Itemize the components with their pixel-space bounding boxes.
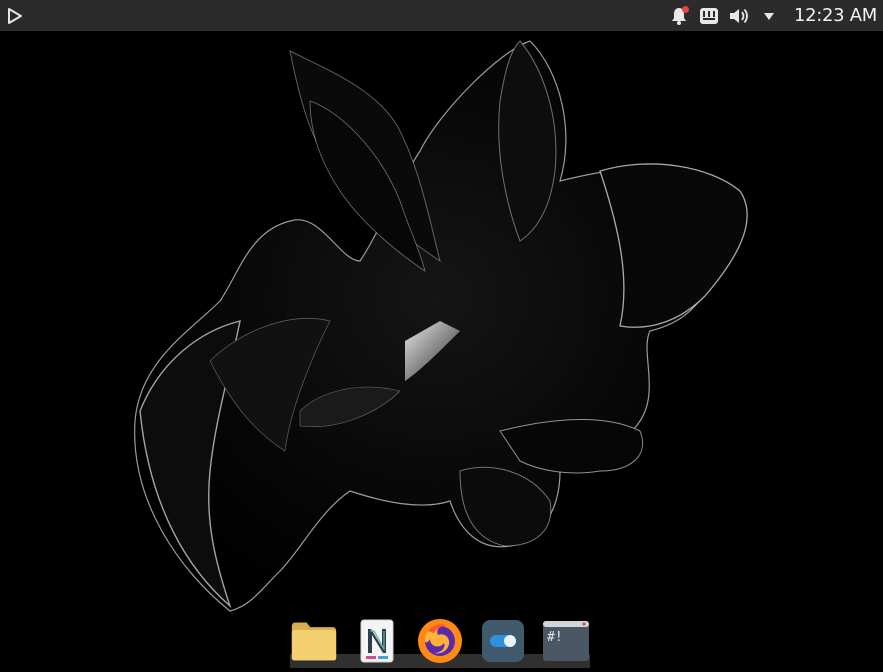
app-launcher-button[interactable]: [0, 0, 30, 31]
speaker-icon: [729, 8, 748, 23]
abstract-black-glass-flower: [0, 31, 883, 668]
caret-down-icon: [763, 12, 774, 20]
volume-button[interactable]: [728, 5, 750, 27]
notification-badge: [681, 5, 689, 13]
folder-icon: [291, 622, 337, 661]
firefox-icon: [418, 619, 462, 663]
keyboard-indicator[interactable]: [698, 5, 720, 27]
top-panel: 12:23 AM: [0, 0, 883, 31]
system-menu-button[interactable]: [758, 5, 780, 27]
clock[interactable]: 12:23 AM: [794, 5, 877, 26]
dock-item-terminal[interactable]: #!: [542, 617, 590, 665]
terminal-icon: #!: [543, 621, 589, 661]
notes-app-icon: [360, 619, 394, 663]
play-triangle-icon: [8, 7, 22, 24]
notifications-button[interactable]: [668, 5, 690, 27]
dock: #!: [290, 614, 590, 668]
dock-item-files[interactable]: [290, 617, 338, 665]
desktop-wallpaper: [0, 31, 883, 668]
toggle-settings-icon: [482, 620, 524, 662]
keyboard-indicator-icon: [699, 7, 718, 24]
dock-item-notes[interactable]: [354, 617, 400, 665]
svg-text:#!: #!: [547, 630, 563, 645]
dock-item-firefox[interactable]: [416, 617, 464, 665]
system-tray: 12:23 AM: [668, 0, 877, 31]
dock-item-settings-toggle[interactable]: [480, 617, 526, 665]
